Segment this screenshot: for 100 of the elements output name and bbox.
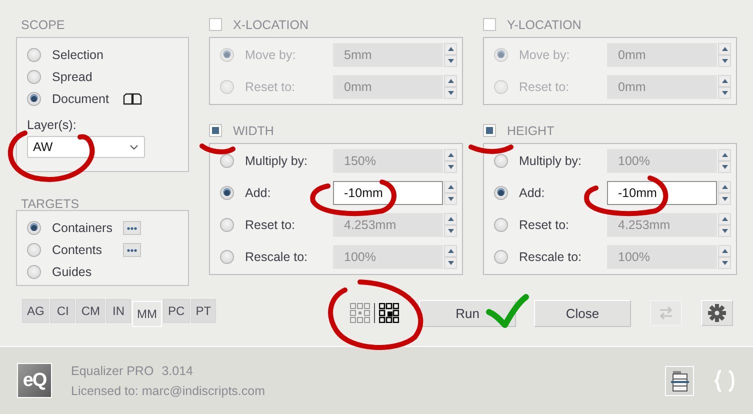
option-label: Reset to: — [519, 80, 570, 94]
radio-button[interactable] — [220, 154, 234, 168]
radio-button[interactable] — [220, 80, 234, 94]
down-triangle-icon — [720, 164, 728, 170]
radio-button[interactable] — [220, 218, 234, 232]
grid-icon[interactable] — [379, 303, 400, 323]
option-label: Guides — [52, 265, 93, 279]
number-field[interactable]: -10mm — [333, 181, 443, 205]
annotation-underline — [468, 144, 514, 154]
up-triangle-icon — [720, 46, 728, 52]
number-field[interactable]: -10mm — [607, 181, 717, 205]
spin-down-button[interactable] — [444, 161, 457, 173]
option-label: Selection — [52, 48, 104, 62]
close-button[interactable]: Close — [534, 300, 632, 326]
spin-down-button[interactable] — [718, 257, 731, 269]
unit-button[interactable]: CI — [50, 299, 76, 323]
spin-up-button[interactable] — [718, 181, 731, 193]
up-triangle-icon — [446, 46, 454, 52]
spin-down-button[interactable] — [444, 225, 457, 237]
spin-down-button[interactable] — [718, 225, 731, 237]
radio-button[interactable] — [27, 265, 41, 279]
unit-button[interactable]: AG — [22, 299, 50, 323]
down-triangle-icon — [446, 164, 454, 170]
spin-up-button[interactable] — [718, 43, 731, 55]
settings-button[interactable] — [701, 300, 734, 326]
spin-up-button[interactable] — [718, 213, 731, 225]
section-title: WIDTH — [233, 124, 274, 138]
section-title: SCOPE — [20, 16, 66, 34]
section-title: HEIGHT — [507, 124, 554, 138]
down-triangle-icon — [446, 228, 454, 234]
option-label: Multiply by: — [245, 154, 309, 168]
more-button[interactable] — [123, 221, 141, 235]
spin-up-button[interactable] — [444, 213, 457, 225]
down-triangle-icon — [720, 260, 728, 266]
option-label: Move by: — [519, 48, 571, 62]
up-triangle-icon — [446, 248, 454, 254]
radio-button[interactable] — [27, 243, 41, 257]
spin-down-button[interactable] — [718, 55, 731, 67]
radio-button[interactable] — [27, 221, 41, 235]
option-label: Spread — [52, 70, 94, 84]
radio-button[interactable] — [494, 154, 508, 168]
spin-down-button[interactable] — [444, 87, 457, 99]
layer-dropdown[interactable]: AW — [27, 136, 145, 158]
pages-icon — [123, 93, 142, 105]
radio-button[interactable] — [220, 250, 234, 264]
down-triangle-icon — [446, 58, 454, 64]
radio-button[interactable] — [494, 250, 508, 264]
check-mark — [486, 294, 529, 328]
spin-up-button[interactable] — [718, 245, 731, 257]
option-label: Reset to: — [245, 80, 296, 94]
panel-button[interactable] — [665, 366, 694, 396]
unit-button[interactable]: PC — [163, 299, 190, 323]
spin-down-button[interactable] — [718, 193, 731, 205]
spin-up-button[interactable] — [444, 75, 457, 87]
spin-down-button[interactable] — [444, 257, 457, 269]
spin-up-button[interactable] — [718, 149, 731, 161]
spin-up-button[interactable] — [444, 149, 457, 161]
checkbox[interactable] — [483, 124, 496, 137]
radio-button[interactable] — [27, 70, 41, 84]
radio-button[interactable] — [220, 48, 234, 62]
option-label: Multiply by: — [519, 154, 583, 168]
radio-button[interactable] — [27, 48, 41, 62]
option-label: Reset to: — [519, 218, 570, 232]
caret-icon — [130, 144, 138, 150]
radio-button[interactable] — [27, 92, 41, 106]
up-triangle-icon — [446, 184, 454, 190]
radio-button[interactable] — [220, 186, 234, 200]
section-title: TARGETS — [20, 196, 80, 212]
spin-up-button[interactable] — [444, 43, 457, 55]
radio-button[interactable] — [494, 186, 508, 200]
up-triangle-icon — [720, 152, 728, 158]
radio-button[interactable] — [494, 80, 508, 94]
up-triangle-icon — [446, 152, 454, 158]
checkbox[interactable] — [209, 124, 222, 137]
spin-down-button[interactable] — [718, 87, 731, 99]
option-label: Contents — [52, 243, 104, 257]
spin-up-button[interactable] — [444, 245, 457, 257]
unit-button[interactable]: MM — [132, 301, 162, 327]
checkbox[interactable] — [209, 18, 222, 31]
panel-icon — [670, 370, 688, 392]
checkbox[interactable] — [483, 18, 496, 31]
more-button[interactable] — [123, 243, 141, 257]
radio-button[interactable] — [494, 48, 508, 62]
radio-button[interactable] — [494, 218, 508, 232]
down-triangle-icon — [720, 58, 728, 64]
up-triangle-icon — [446, 216, 454, 222]
ellipsis-icon — [127, 226, 137, 230]
unit-button[interactable]: IN — [106, 299, 132, 323]
spin-up-button[interactable] — [718, 75, 731, 87]
unit-button[interactable]: CM — [76, 299, 106, 323]
spin-down-button[interactable] — [718, 161, 731, 173]
spin-down-button[interactable] — [444, 55, 457, 67]
unit-button[interactable]: PT — [190, 299, 216, 323]
option-label: Rescale to: — [519, 250, 583, 264]
spin-up-button[interactable] — [444, 181, 457, 193]
license-text: Licensed to: marc@indiscripts.com — [71, 384, 266, 398]
option-label: Reset to: — [245, 218, 296, 232]
swap-icon — [658, 306, 674, 320]
spin-down-button[interactable] — [444, 193, 457, 205]
settings-icon — [708, 304, 726, 322]
